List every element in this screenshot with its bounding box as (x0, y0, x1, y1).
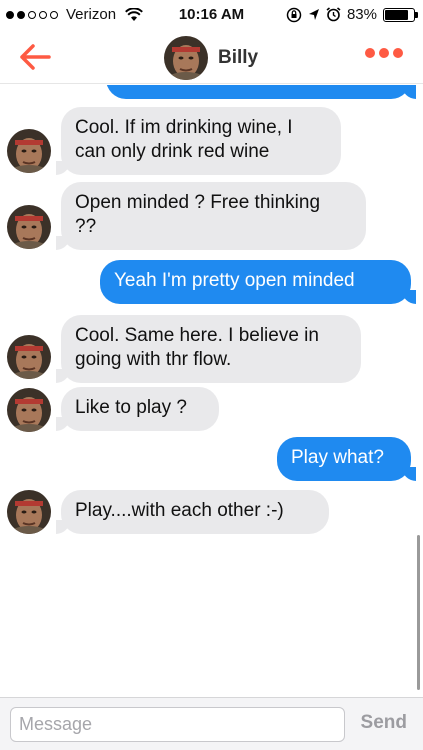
message-text-line: Like to play ? (75, 397, 187, 418)
bubble-tail (402, 85, 416, 99)
bubble-tail (56, 161, 70, 175)
bubble-tail (56, 520, 70, 534)
incoming-message[interactable]: Open minded ? Free thinking?? (61, 182, 366, 250)
send-button[interactable]: Send (361, 712, 407, 734)
alarm-icon (326, 7, 341, 22)
contact-avatar[interactable] (164, 36, 208, 80)
message-text-line: Play what? (291, 447, 384, 468)
sender-avatar[interactable] (7, 335, 51, 379)
contact-name: Billy (218, 47, 259, 68)
battery-icon (383, 7, 418, 22)
sender-avatar[interactable] (7, 205, 51, 249)
message-text-line: Cool. Same here. I believe in (75, 325, 319, 346)
battery-level (385, 9, 409, 20)
bubble-tail (56, 417, 70, 431)
incoming-message[interactable]: Cool. If im drinking wine, I can only dri… (61, 107, 341, 175)
sender-avatar[interactable] (7, 129, 51, 173)
message-input[interactable] (10, 707, 345, 742)
outgoing-message[interactable]: Play what? (277, 437, 411, 481)
sender-avatar[interactable] (7, 388, 51, 432)
bubble-tail (402, 290, 416, 304)
status-bar: Verizon 10:16 AM 83% (0, 0, 423, 30)
composer-bar: Send (0, 697, 423, 750)
bubble-tail (402, 467, 416, 481)
bubble-tail (56, 236, 70, 250)
incoming-message[interactable]: Like to play ? (61, 387, 219, 431)
battery-percent: 83% (346, 6, 377, 23)
message-text-line: going with thr flow. (75, 349, 232, 370)
message-text-line: can only drink red wine (75, 141, 270, 162)
more-dots-icon (379, 48, 389, 58)
outgoing-message[interactable]: Yeah I'm pretty open minded (100, 260, 411, 304)
message-text-line: ?? (75, 216, 97, 237)
sender-avatar[interactable] (7, 490, 51, 534)
back-arrow-icon (20, 44, 51, 70)
status-right: 83% (286, 6, 418, 23)
battery-cap (415, 11, 418, 18)
more-dots-icon (365, 48, 375, 58)
message-text-line: Cool. If im drinking wine, I (75, 117, 293, 138)
incoming-message[interactable]: Cool. Same here. I believe in going with … (61, 315, 361, 383)
contact-title[interactable]: Billy (164, 36, 258, 80)
rotation-lock-icon (286, 7, 302, 22)
chat-header: Billy (0, 30, 423, 84)
message-list[interactable]: Cool. If im drinking wine, I can only dri… (0, 85, 423, 695)
message-text-line: Yeah I'm pretty open minded (114, 270, 355, 291)
incoming-message[interactable]: Play....with each other :-) (61, 490, 329, 534)
scrollbar[interactable] (417, 535, 420, 690)
more-options-button[interactable] (365, 48, 403, 58)
more-dots-icon (393, 48, 403, 58)
location-arrow-icon (308, 8, 319, 20)
message-text-line: Play....with each other :-) (75, 500, 284, 521)
back-button[interactable] (18, 42, 52, 72)
bubble-tail (56, 369, 70, 383)
outgoing-message[interactable] (106, 85, 411, 99)
message-text-line: Open minded ? Free thinking (75, 192, 321, 213)
